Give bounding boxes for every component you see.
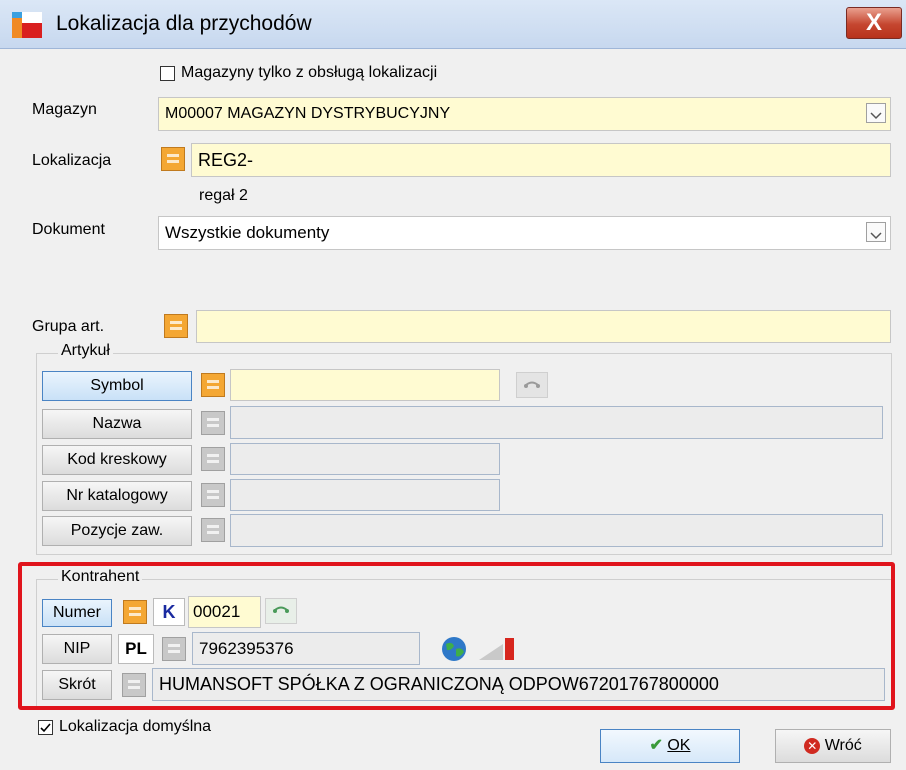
dokument-select[interactable]: Wszystkie dokumenty: [158, 216, 891, 250]
lokalizacja-lookup-icon[interactable]: [161, 147, 185, 171]
magazyn-select[interactable]: M00007 MAGAZYN DYSTRYBUCYJNY: [158, 97, 891, 131]
magazyn-label: Magazyn: [32, 101, 97, 118]
nr-lookup-icon: [201, 483, 225, 507]
lokalizacja-value: REG2-: [198, 150, 254, 170]
kod-kreskowy-button[interactable]: Kod kreskowy: [42, 445, 192, 475]
kod-kreskowy-input: [230, 443, 500, 475]
default-location-checkbox[interactable]: [38, 720, 53, 735]
filter-checkbox-label: Magazyny tylko z obsługą lokalizacji: [181, 64, 438, 81]
lokalizacja-description: regał 2: [199, 187, 248, 204]
ok-button-label: OK: [667, 737, 691, 754]
back-button-label: Wróć: [824, 737, 862, 754]
pozycje-button[interactable]: Pozycje zaw.: [42, 516, 192, 546]
highlight-frame: [18, 562, 895, 710]
ok-button[interactable]: ✔ OK: [600, 729, 740, 763]
lokalizacja-label: Lokalizacja: [32, 152, 112, 169]
grupa-lookup-icon[interactable]: [164, 314, 188, 338]
link-icon[interactable]: [516, 372, 548, 398]
symbol-input[interactable]: [230, 369, 500, 401]
nazwa-lookup-icon: [201, 411, 225, 435]
grupa-input[interactable]: [196, 310, 891, 343]
filter-checkbox[interactable]: [160, 66, 175, 81]
grupa-label: Grupa art.: [32, 318, 105, 335]
pozycje-input: [230, 514, 883, 547]
symbol-lookup-icon[interactable]: [201, 373, 225, 397]
dokument-value: Wszystkie dokumenty: [165, 223, 330, 242]
checkmark-icon: ✔: [649, 737, 663, 754]
app-icon: [12, 12, 42, 38]
symbol-button[interactable]: Symbol: [42, 371, 192, 401]
dokument-label: Dokument: [32, 221, 105, 238]
chevron-down-icon[interactable]: [866, 103, 886, 123]
nr-katalogowy-input: [230, 479, 500, 511]
nazwa-button[interactable]: Nazwa: [42, 409, 192, 439]
nazwa-input: [230, 406, 883, 439]
pozycje-lookup-icon: [201, 518, 225, 542]
default-location-label: Lokalizacja domyślna: [59, 718, 212, 735]
chevron-down-icon[interactable]: [866, 222, 886, 242]
artykul-legend: Artykuł: [58, 342, 113, 360]
back-button[interactable]: ✕ Wróć: [775, 729, 891, 763]
window-title: Lokalizacja dla przychodów: [56, 12, 312, 35]
cancel-icon: ✕: [804, 737, 821, 754]
nr-katalogowy-button[interactable]: Nr katalogowy: [42, 481, 192, 511]
magazyn-value: M00007 MAGAZYN DYSTRYBUCYJNY: [165, 105, 451, 122]
lokalizacja-input[interactable]: REG2-: [191, 143, 891, 177]
close-button[interactable]: X: [846, 7, 902, 39]
close-icon: X: [865, 9, 882, 36]
kod-lookup-icon: [201, 447, 225, 471]
